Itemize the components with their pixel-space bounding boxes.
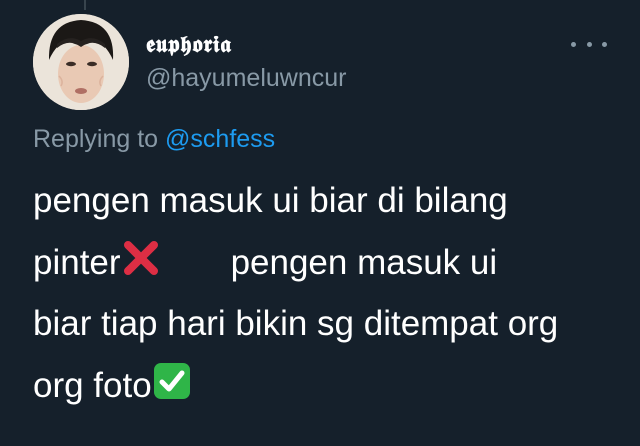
more-dot [586,41,592,47]
profile-photo-icon [33,14,129,110]
tweet-text-segment: pengen masuk ui [230,242,498,282]
more-dot [602,41,607,47]
more-dot [571,41,576,47]
tweet-line: org foto [33,355,628,417]
check-mark-emoji-icon [152,361,192,401]
username[interactable]: @hayumeluwncur [146,63,346,93]
tweet-text-segment: pinter [33,242,121,282]
replying-to: Replying to @schfess [33,124,275,154]
avatar[interactable] [33,14,129,110]
display-name[interactable]: 𝖊𝖚𝖕𝖍𝖔𝖗𝖎𝖆 [146,31,231,59]
more-options-button[interactable] [571,33,607,55]
tweet-line: pengen masuk ui biar di bilang [33,181,508,220]
tweet-text: pengen masuk ui biar di bilang pinter pen… [33,170,628,416]
tweet-line: biar tiap hari bikin sg ditempat org [33,304,559,343]
reply-mention-link[interactable]: @schfess [165,125,275,153]
tweet-text-segment: org foto [33,365,152,405]
thread-connector-line [84,0,86,10]
tweet-line: pinter pengen masuk ui [33,232,628,294]
replying-to-label: Replying to [33,125,159,153]
cross-mark-emoji-icon [121,238,161,278]
